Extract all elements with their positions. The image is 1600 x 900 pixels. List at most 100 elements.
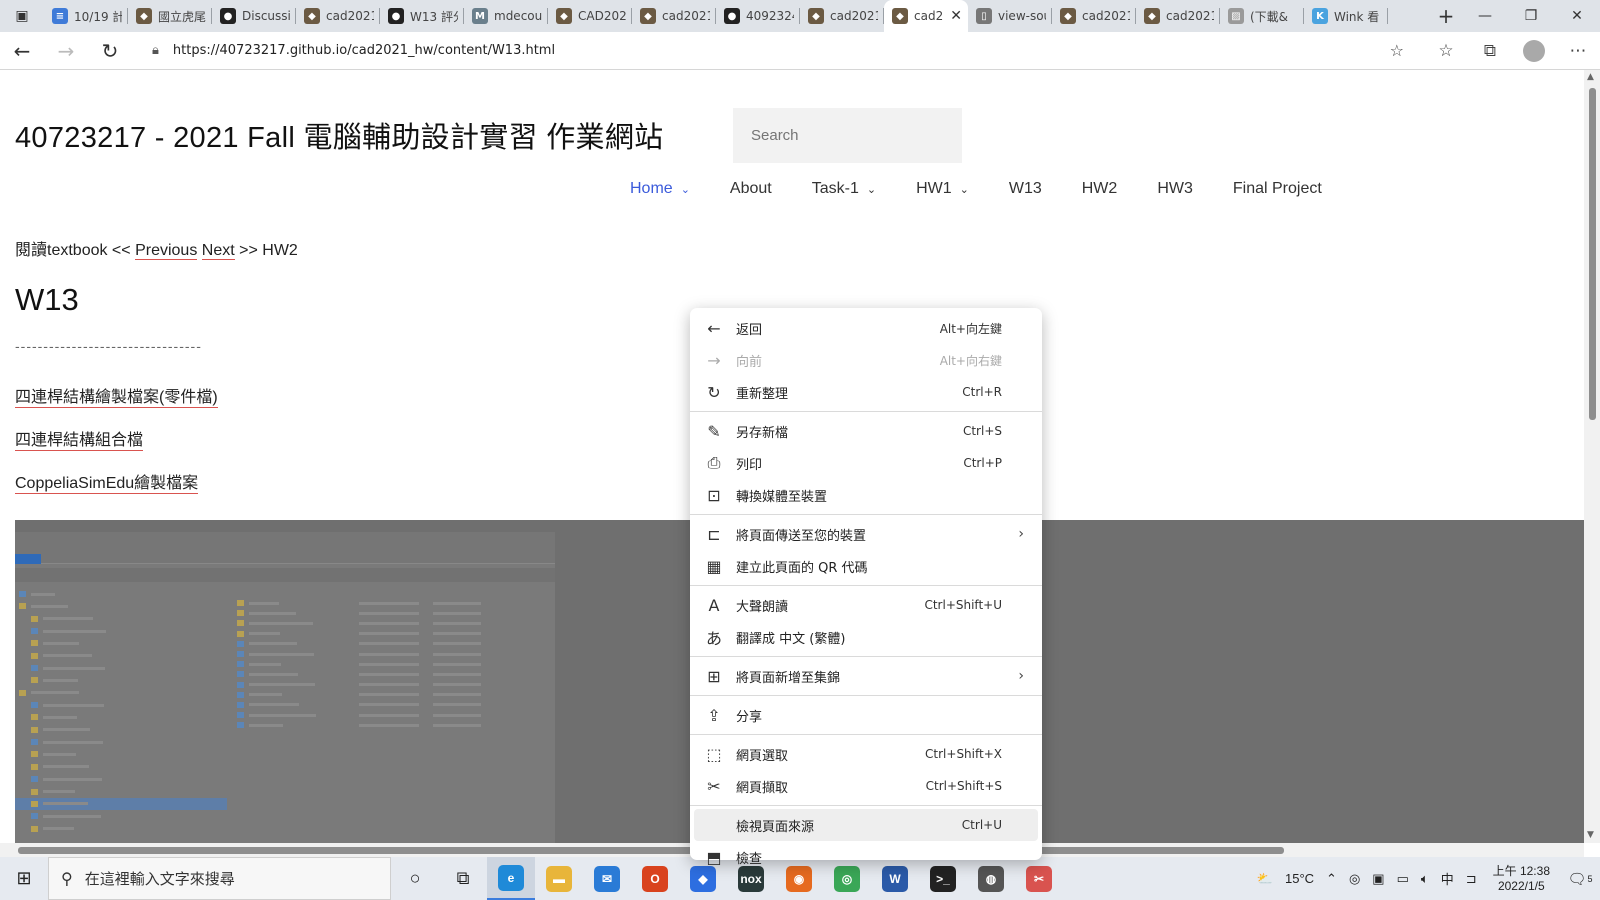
address-bar[interactable]: 🔒︎ https://40723217.github.io/cad2021_hw… (140, 35, 1414, 66)
menu-item[interactable]: ⬚ 網頁選取 Ctrl+Shift+X (694, 738, 1038, 770)
forward-button[interactable]: → (44, 32, 88, 70)
nav-item-hw3[interactable]: HW3 (1157, 180, 1193, 198)
text-line-shape (249, 662, 281, 666)
meet-now-icon[interactable]: ◎ (1343, 871, 1366, 887)
notification-icon[interactable]: 🗨︎ 5 (1560, 870, 1600, 888)
previous-link[interactable]: Previous (135, 242, 198, 260)
minimize-icon[interactable]: — (1462, 0, 1508, 32)
nav-item-final-project[interactable]: Final Project (1233, 180, 1322, 198)
chevron-down-icon[interactable]: ⌄ (681, 183, 690, 196)
part-file-link[interactable]: 四連桿結構繪製檔案(零件檔) (15, 383, 218, 408)
add-favorite-icon[interactable]: ☆ (1390, 41, 1404, 60)
browser-tab[interactable]: Mmdecou (464, 0, 548, 32)
tray-chevron-icon[interactable]: ⌃ (1320, 871, 1343, 887)
browser-tab[interactable]: ● Discussi (212, 0, 296, 32)
file-icon (237, 712, 244, 719)
site-title[interactable]: 40723217 - 2021 Fall 電腦輔助設計實習 作業網站 (15, 114, 663, 156)
search-input[interactable] (733, 108, 962, 163)
browser-tab[interactable]: ≡ 10/19 計 (44, 0, 128, 32)
mail-icon[interactable]: ✉ (583, 857, 631, 900)
menu-item[interactable]: ✎ 另存新檔 Ctrl+S (694, 415, 1038, 447)
scroll-up-icon[interactable]: ▲ (1587, 72, 1594, 82)
menu-item[interactable]: ⎙ 列印 Ctrl+P (694, 447, 1038, 479)
scroll-down-icon[interactable]: ▼ (1587, 830, 1594, 840)
browser-tab[interactable]: ◆ cad2021 (632, 0, 716, 32)
menu-item[interactable]: ← 返回 Alt+向左鍵 (694, 312, 1038, 344)
menu-item[interactable]: 檢視頁面來源 Ctrl+U (694, 809, 1038, 841)
folder-icon (31, 628, 38, 635)
collections-icon[interactable]: ⧉ (1468, 32, 1512, 70)
folder-icon (31, 702, 38, 709)
menu-item[interactable]: ✂ 網頁擷取 Ctrl+Shift+S (694, 770, 1038, 802)
ime-mode-icon[interactable]: ⊐ (1460, 871, 1483, 887)
browser-tab[interactable]: ◆ cad2021 (800, 0, 884, 32)
browser-tab[interactable]: K Wink 看 (1304, 0, 1388, 32)
nav-item-task-1[interactable]: Task-1 ⌄ (812, 180, 876, 198)
menu-item[interactable]: あ翻譯成 中文 (繁體) (694, 621, 1038, 653)
next-link[interactable]: Next (201, 242, 235, 260)
more-menu-icon[interactable]: ⋯ (1556, 32, 1600, 70)
assembly-file-link[interactable]: 四連桿結構組合檔 (15, 426, 144, 451)
volume-icon[interactable]: 🔈︎ (1415, 871, 1435, 887)
new-tab-button[interactable]: + (1430, 0, 1462, 32)
chevron-down-icon[interactable]: ⌄ (867, 183, 876, 196)
inspect-icon: ⬒ (706, 847, 722, 867)
refresh-button[interactable]: ↻ (88, 32, 132, 70)
nav-item-about[interactable]: About (730, 180, 772, 198)
close-tab-icon[interactable]: ✕ (950, 8, 962, 24)
nav-item-w13[interactable]: W13 (1009, 180, 1042, 198)
nav-item-hw1[interactable]: HW1 ⌄ (916, 180, 969, 198)
network-icon[interactable]: ▣ (1366, 871, 1390, 887)
restore-icon[interactable]: ❐ (1508, 0, 1554, 32)
cortana-icon[interactable]: ○ (391, 857, 439, 900)
nav-pane-row-shape (15, 687, 227, 699)
display-icon[interactable]: ▭ (1391, 871, 1415, 887)
edge-icon[interactable]: e (487, 857, 535, 900)
menu-item[interactable]: ⊏ 將頁面傳送至您的裝置 › (694, 518, 1038, 550)
url-text[interactable]: https://40723217.github.io/cad2021_hw/co… (173, 43, 555, 58)
browser-tab[interactable]: ● 4092324 (716, 0, 800, 32)
browser-tab[interactable]: ◆ cad2021 (1052, 0, 1136, 32)
browser-tab[interactable]: ▨ (下載& (1220, 0, 1304, 32)
taskbar-search[interactable]: ⚲ 在這裡輸入文字來搜尋 (48, 857, 391, 900)
menu-item[interactable]: ▦ 建立此頁面的 QR 代碼 (694, 550, 1038, 582)
chevron-down-icon[interactable]: ⌄ (960, 183, 969, 196)
coppeliasim-file-link[interactable]: CoppeliaSimEdu繪製檔案 (15, 469, 199, 494)
menu-item[interactable]: ⊞ 將頁面新增至集錦 › (694, 660, 1038, 692)
hscroll-thumb[interactable] (18, 847, 1284, 854)
file-explorer-icon[interactable]: ▬ (535, 857, 583, 900)
tab-actions-icon[interactable]: ▣ (0, 0, 44, 32)
weather-icon[interactable]: ⛅ (1251, 871, 1279, 887)
menu-item[interactable]: → 向前 Alt+向右鍵 (694, 344, 1038, 376)
office-icon[interactable]: O (631, 857, 679, 900)
menu-item[interactable]: A 大聲朗讀 Ctrl+Shift+U (694, 589, 1038, 621)
clock[interactable]: 上午 12:38 2022/1/5 (1483, 864, 1560, 894)
menu-item[interactable]: ⊡ 轉換媒體至裝置 (694, 479, 1038, 511)
search-icon: ⚲ (61, 870, 73, 888)
lock-icon[interactable]: 🔒︎ (152, 43, 159, 58)
text-line-shape (433, 703, 481, 707)
task-view-icon[interactable]: ⧉ (439, 857, 487, 900)
menu-item[interactable]: ↻ 重新整理 Ctrl+R (694, 376, 1038, 408)
windows-start-icon[interactable]: ⊞ (0, 857, 48, 900)
menu-item[interactable]: ⬒ 檢查 (694, 841, 1038, 873)
vertical-scrollbar[interactable]: ▲ ▼ (1584, 70, 1600, 843)
favorites-icon[interactable]: ☆ (1424, 32, 1468, 70)
browser-tab[interactable]: ● W13 評分 (380, 0, 464, 32)
nav-item-hw2[interactable]: HW2 (1082, 180, 1118, 198)
weather-temp[interactable]: 15°C (1279, 871, 1320, 886)
browser-tab[interactable]: ◆ cad2 ✕ (884, 0, 968, 32)
nav-item-home[interactable]: Home ⌄ (630, 180, 690, 198)
profile-button[interactable] (1512, 32, 1556, 70)
close-window-icon[interactable]: ✕ (1554, 0, 1600, 32)
browser-tab[interactable]: ◆ CAD202 (548, 0, 632, 32)
back-button[interactable]: ← (0, 32, 44, 70)
browser-tab[interactable]: ▯ view-sou (968, 0, 1052, 32)
menu-item[interactable]: ⇪ 分享 (694, 699, 1038, 731)
browser-tab[interactable]: ◆ cad2021 (296, 0, 380, 32)
browser-tab[interactable]: ◆ cad2021 (1136, 0, 1220, 32)
scroll-thumb[interactable] (1589, 88, 1596, 420)
browser-tab[interactable]: ◆ 國立虎尾 (128, 0, 212, 32)
ime-indicator[interactable]: 中 (1435, 869, 1460, 888)
nav-pane-row-shape (15, 797, 227, 810)
